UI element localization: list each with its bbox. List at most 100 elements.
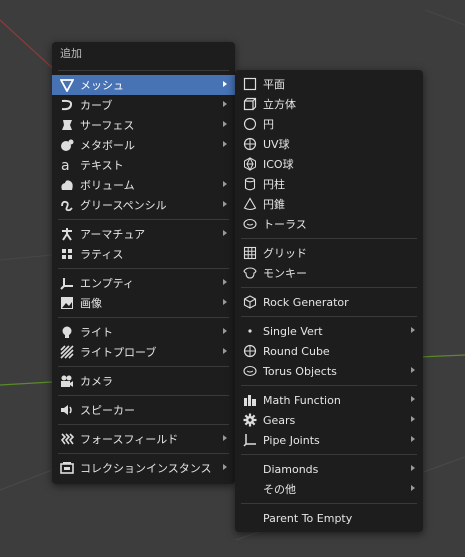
separator (235, 234, 423, 243)
submenu-arrow-icon (223, 435, 227, 441)
circle-icon (243, 117, 257, 131)
grid-icon (243, 246, 257, 260)
mesh-icon (60, 78, 74, 92)
submenu-arrow-icon (411, 485, 415, 491)
separator (52, 66, 235, 75)
main_menu-item-label: フォースフィールド (80, 433, 179, 446)
main_menu-item-13[interactable]: カメラ (52, 371, 235, 391)
main_menu-item-16[interactable]: コレクションインスタンス (52, 458, 235, 478)
separator (235, 381, 423, 390)
blank-icon-slot (243, 482, 257, 496)
submenu-arrow-icon (223, 464, 227, 470)
main_menu-item-0[interactable]: メッシュ (52, 75, 235, 95)
submenu-arrow-icon (223, 101, 227, 107)
main_menu-item-1[interactable]: カーブ (52, 95, 235, 115)
mesh_menu-item-label: Parent To Empty (263, 511, 353, 525)
speaker-icon (60, 403, 74, 417)
x-axis-line (0, 19, 61, 76)
main_menu-item-label: グリースペンシル (80, 199, 167, 212)
gears-icon (243, 413, 257, 427)
main_menu-item-label: ボリューム (80, 179, 135, 192)
mesh_menu-item-3[interactable]: UV球 (235, 134, 423, 154)
add-menu-title: 追加 (60, 47, 82, 60)
mesh_menu-item-label: グリッド (263, 247, 307, 260)
main_menu-item-3[interactable]: メタボール (52, 135, 235, 155)
mesh_menu-item-label: Gears (263, 413, 296, 427)
main_menu-item-6[interactable]: グリースペンシル (52, 195, 235, 215)
main_menu-item-12[interactable]: ライトプローブ (52, 342, 235, 362)
mesh_menu-item-label: Diamonds (263, 462, 319, 476)
rock-icon (243, 295, 257, 309)
submenu-arrow-icon (223, 328, 227, 334)
mesh_menu-item-6[interactable]: 円錐 (235, 194, 423, 214)
main_menu-item-label: スピーカー (80, 404, 135, 417)
uv-sphere-icon (243, 137, 257, 151)
mesh_menu-item-14[interactable]: Math Function (235, 390, 423, 410)
mesh_menu-item-label: その他 (263, 483, 296, 496)
mesh_menu-item-18[interactable]: その他 (235, 479, 423, 499)
surface-icon (60, 118, 74, 132)
mesh_menu-item-15[interactable]: Gears (235, 410, 423, 430)
mesh_menu-item-9[interactable]: モンキー (235, 263, 423, 283)
mesh_menu-item-13[interactable]: Torus Objects (235, 361, 423, 381)
mesh_menu-item-label: Round Cube (263, 344, 330, 358)
mesh_menu-item-label: 立方体 (263, 98, 296, 111)
separator (235, 312, 423, 321)
main_menu-item-2[interactable]: サーフェス (52, 115, 235, 135)
mesh_menu-item-4[interactable]: ICO球 (235, 154, 423, 174)
mesh_menu-item-label: モンキー (263, 267, 307, 280)
main_menu-item-label: カメラ (80, 375, 113, 388)
submenu-arrow-icon (223, 121, 227, 127)
main_menu-item-7[interactable]: アーマチュア (52, 224, 235, 244)
main_menu-item-8[interactable]: ラティス (52, 244, 235, 264)
mesh_menu-item-11[interactable]: Single Vert (235, 321, 423, 341)
mesh_menu-item-7[interactable]: トーラス (235, 214, 423, 234)
main_menu-item-label: コレクションインスタンス (80, 462, 212, 475)
mesh_menu-item-8[interactable]: グリッド (235, 243, 423, 263)
mesh_menu-item-12[interactable]: Round Cube (235, 341, 423, 361)
light-icon (60, 325, 74, 339)
main_menu-item-4[interactable]: a テキスト (52, 155, 235, 175)
mesh_menu-item-label: UV球 (263, 138, 290, 151)
main_menu-item-label: ラティス (80, 248, 124, 261)
mesh_menu-item-16[interactable]: Pipe Joints (235, 430, 423, 450)
mesh_menu-item-label: 平面 (263, 78, 285, 91)
main_menu-item-5[interactable]: ボリューム (52, 175, 235, 195)
collection-instance-icon (60, 461, 74, 475)
grid-line (0, 469, 53, 491)
mesh_menu-item-label: 円柱 (263, 178, 285, 191)
empty-icon (60, 276, 74, 290)
submenu-arrow-icon (411, 436, 415, 442)
submenu-arrow-icon (411, 465, 415, 471)
armature-icon (60, 227, 74, 241)
mesh_menu-item-5[interactable]: 円柱 (235, 174, 423, 194)
mesh_menu-item-label: Rock Generator (263, 295, 349, 309)
mesh_menu-item-17[interactable]: Diamonds (235, 459, 423, 479)
monkey-icon (243, 266, 257, 280)
mesh_menu-item-10[interactable]: Rock Generator (235, 292, 423, 312)
mesh_menu-item-2[interactable]: 円 (235, 114, 423, 134)
submenu-arrow-icon (223, 181, 227, 187)
main_menu-item-11[interactable]: ライト (52, 322, 235, 342)
main_menu-item-10[interactable]: 画像 (52, 293, 235, 313)
mesh_menu-item-label: 円錐 (263, 198, 285, 211)
main_menu-item-14[interactable]: スピーカー (52, 400, 235, 420)
metaball-icon (60, 138, 74, 152)
main_menu-item-label: アーマチュア (80, 228, 146, 241)
cone-icon (243, 197, 257, 211)
mesh_menu-item-19[interactable]: Parent To Empty (235, 508, 423, 528)
main_menu-item-label: ライトプローブ (80, 346, 157, 359)
ico-sphere-icon (243, 157, 257, 171)
submenu-arrow-icon (411, 327, 415, 333)
light-probe-icon (60, 345, 74, 359)
vertex-icon (243, 324, 257, 338)
main_menu-item-9[interactable]: エンプティ (52, 273, 235, 293)
main_menu-item-label: メッシュ (80, 79, 124, 92)
separator (52, 313, 235, 322)
mesh_menu-item-0[interactable]: 平面 (235, 74, 423, 94)
mesh_menu-item-label: Pipe Joints (263, 433, 320, 447)
main_menu-item-15[interactable]: フォースフィールド (52, 429, 235, 449)
submenu-arrow-icon (411, 367, 415, 373)
add-menu: 追加 メッシュカーブ サーフェス メタボール a テキストボリュームグリースペンシル アー… (52, 42, 235, 484)
mesh_menu-item-1[interactable]: 立方体 (235, 94, 423, 114)
